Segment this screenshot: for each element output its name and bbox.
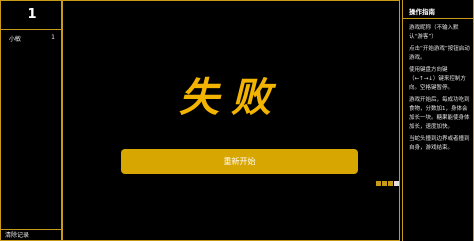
snake-body: [376, 181, 399, 186]
leaderboard-row: 小敏 1: [9, 34, 55, 43]
player-name: 小敏: [9, 36, 22, 43]
game-board: 失败 重新开始: [62, 0, 400, 241]
snake-segment: [376, 181, 381, 186]
top-score: 1: [27, 7, 37, 22]
player-score: 1: [51, 34, 55, 41]
guide-item: 点击“开始游戏”按钮启动游戏。: [409, 46, 470, 61]
guide-item: 当蛇头撞到边界或者撞到自身，游戏结束。: [409, 136, 470, 151]
snake-game-screen: 1 小敏 1 清除记录 失败 重新开始 操作指南 游戏昵称（不输入默认“游客”）…: [0, 0, 474, 241]
guide-panel: 操作指南 游戏昵称（不输入默认“游客”） 点击“开始游戏”按钮启动游戏。 使用键…: [402, 0, 474, 241]
guide-item: 游戏开始后，每成功吃到食物，分数加1，身体会加长一块。糖果能使身体加长，速度加快…: [409, 97, 470, 130]
clear-record-button[interactable]: 清除记录: [5, 230, 29, 239]
guide-divider: [403, 18, 473, 19]
game-over-title: 失败: [179, 75, 283, 121]
guide-title: 操作指南: [409, 8, 435, 16]
guide-item: 游戏昵称（不输入默认“游客”）: [409, 25, 459, 40]
snake-segment: [388, 181, 393, 186]
restart-button[interactable]: 重新开始: [121, 149, 358, 174]
guide-item: 使用键盘方向键（←↑→↓）键来控制方向。空格键暂停。: [409, 67, 466, 91]
snake-segment: [382, 181, 387, 186]
leaderboard-divider: [1, 29, 61, 30]
leaderboard-panel: 1 小敏 1 清除记录: [0, 0, 62, 241]
snake-head: [394, 181, 399, 186]
guide-list: 游戏昵称（不输入默认“游客”） 点击“开始游戏”按钮启动游戏。 使用键盘方向键（…: [409, 24, 471, 156]
